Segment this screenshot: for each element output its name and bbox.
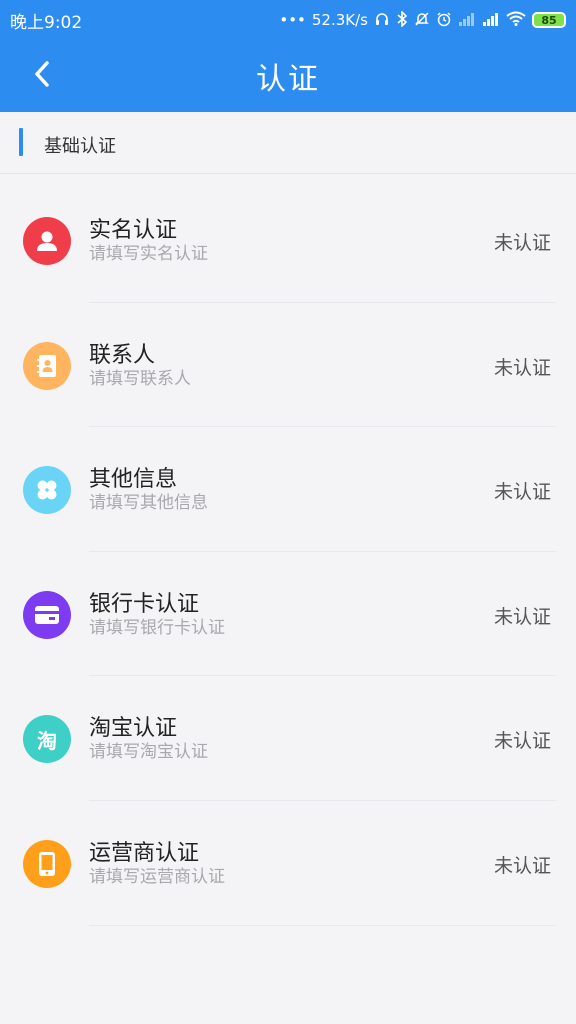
- item-subtitle: 请填写运营商认证: [89, 866, 225, 887]
- wifi-icon: [506, 11, 526, 29]
- item-subtitle: 请填写实名认证: [89, 244, 208, 264]
- back-button[interactable]: [22, 58, 62, 94]
- signal-weak-icon: [458, 12, 476, 29]
- headphones-icon: [374, 11, 390, 30]
- list-item-operator[interactable]: 运营商认证 请填写运营商认证 未认证: [0, 801, 576, 926]
- item-status: 未认证: [493, 854, 551, 877]
- mute-bell-icon: [414, 11, 430, 30]
- user-icon: [23, 217, 71, 265]
- item-status: 未认证: [493, 481, 551, 504]
- bank-card-icon: [23, 590, 71, 639]
- list-item-contacts[interactable]: 联系人 请填写联系人 未认证: [0, 303, 576, 428]
- item-status: 未认证: [493, 605, 551, 628]
- contact-book-icon: [23, 341, 71, 390]
- taobao-icon-char: 淘: [37, 728, 57, 753]
- signal-icon: [482, 12, 500, 29]
- divider: [89, 924, 556, 926]
- list-item-taobao[interactable]: 淘 淘宝认证 请填写淘宝认证 未认证: [0, 676, 576, 801]
- item-subtitle: 请填写联系人: [89, 368, 191, 389]
- verification-list: 实名认证 请填写实名认证 未认证 联系人 请填写联系人 未认证 其他信息 请填写…: [0, 178, 576, 926]
- phone-icon: [23, 839, 71, 888]
- network-speed: 52.3K/s: [311, 11, 368, 29]
- battery-icon: 85: [532, 12, 566, 28]
- list-item-bank-card[interactable]: 银行卡认证 请填写银行卡认证 未认证: [0, 552, 576, 677]
- list-item-other-info[interactable]: 其他信息 请填写其他信息 未认证: [0, 427, 576, 552]
- chevron-left-icon: [32, 59, 52, 93]
- item-subtitle: 请填写其他信息: [89, 493, 208, 514]
- item-status: 未认证: [493, 232, 551, 254]
- status-time: 晚上9:02: [10, 12, 83, 33]
- page-title: 认证: [256, 62, 320, 97]
- section-title: 基础认证: [44, 136, 116, 157]
- bluetooth-icon: [396, 9, 408, 30]
- status-bar: 晚上9:02 ••• 52.3K/s 85: [0, 0, 576, 40]
- item-subtitle: 请填写银行卡认证: [89, 617, 225, 638]
- item-subtitle: 请填写淘宝认证: [89, 742, 208, 763]
- status-icons: ••• 52.3K/s 85: [279, 9, 566, 30]
- nav-bar: 认证: [0, 40, 576, 112]
- notification-dots: •••: [279, 11, 306, 29]
- list-item-real-name[interactable]: 实名认证 请填写实名认证 未认证: [0, 178, 576, 303]
- section-header: 基础认证: [0, 112, 576, 174]
- item-status: 未认证: [493, 356, 551, 379]
- clover-icon: [23, 466, 71, 515]
- taobao-icon: 淘: [23, 715, 71, 764]
- item-status: 未认证: [493, 730, 551, 753]
- alarm-icon: [436, 11, 452, 30]
- section-accent-bar: [19, 128, 23, 156]
